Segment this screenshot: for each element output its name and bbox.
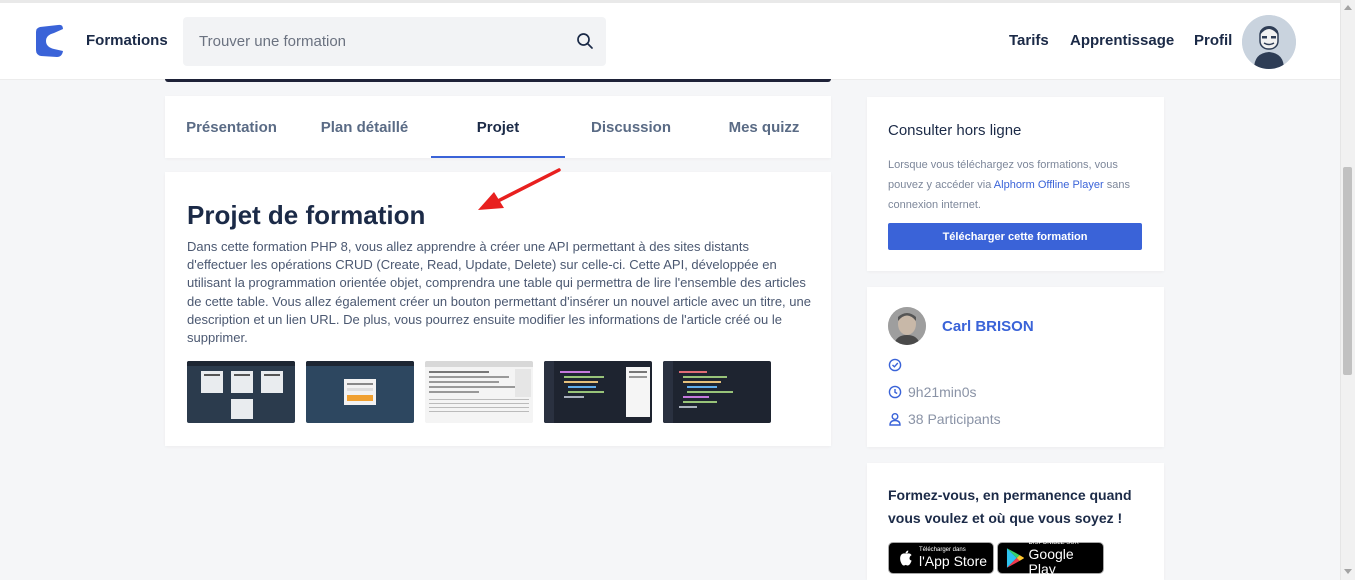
project-thumbnail[interactable] bbox=[187, 361, 295, 423]
search-bar[interactable] bbox=[183, 17, 606, 66]
author-card: Carl BRISON 9h21min0s 38 Participants bbox=[867, 287, 1164, 447]
annotation-arrow-icon bbox=[478, 168, 561, 210]
project-title: Projet de formation bbox=[187, 200, 426, 230]
tab-discussion[interactable]: Discussion bbox=[565, 96, 697, 158]
offline-player-link[interactable]: Alphorm Offline Player bbox=[994, 179, 1104, 191]
project-thumbnail[interactable] bbox=[425, 361, 533, 423]
brand-name[interactable]: Formations bbox=[86, 32, 168, 49]
search-input[interactable] bbox=[183, 33, 563, 50]
check-circle-icon bbox=[888, 358, 902, 372]
search-icon[interactable] bbox=[576, 32, 594, 50]
appstore-big-label: l'App Store bbox=[919, 553, 988, 569]
duration-row: 9h21min0s bbox=[888, 384, 977, 400]
offline-description: Lorsque vous téléchargez vos formations,… bbox=[888, 155, 1150, 215]
project-thumbnail[interactable] bbox=[544, 361, 652, 423]
course-tabs: Présentation Plan détaillé Projet Discus… bbox=[165, 96, 831, 158]
download-course-button[interactable]: Télécharger cette formation bbox=[888, 223, 1142, 250]
offline-card: Consulter hors ligne Lorsque vous téléch… bbox=[867, 97, 1164, 271]
author-name-link[interactable]: Carl BRISON bbox=[942, 318, 1034, 335]
tab-plan-detaille[interactable]: Plan détaillé bbox=[298, 96, 431, 158]
project-card: Projet de formation Dans cette formation… bbox=[165, 172, 831, 446]
scroll-down-arrow-icon[interactable] bbox=[1344, 569, 1352, 574]
mobile-app-card: Formez-vous, en permanence quand vous vo… bbox=[867, 463, 1164, 580]
scrollbar-thumb[interactable] bbox=[1343, 167, 1352, 375]
offline-title: Consulter hors ligne bbox=[888, 122, 1022, 139]
nav-apprentissage[interactable]: Apprentissage bbox=[1070, 32, 1174, 49]
header-top-border bbox=[0, 0, 1340, 3]
nav-profil[interactable]: Profil bbox=[1194, 32, 1232, 49]
participants-count: 38 Participants bbox=[908, 411, 1001, 427]
apple-icon bbox=[900, 550, 912, 566]
project-thumbnail[interactable] bbox=[306, 361, 414, 423]
video-player-bottom bbox=[165, 79, 831, 82]
google-play-icon bbox=[1006, 548, 1025, 568]
user-icon bbox=[889, 413, 901, 426]
brand-logo-icon[interactable] bbox=[32, 24, 66, 58]
nav-tarifs[interactable]: Tarifs bbox=[1009, 32, 1049, 49]
top-header: Formations Tarifs Apprentissage Profil bbox=[0, 0, 1340, 80]
tab-mes-quizz[interactable]: Mes quizz bbox=[697, 96, 831, 158]
certified-row bbox=[888, 358, 902, 372]
project-description: Dans cette formation PHP 8, vous allez a… bbox=[187, 239, 811, 346]
project-thumbnails bbox=[187, 361, 771, 423]
app-store-button[interactable]: Télécharger dans l'App Store bbox=[888, 542, 994, 574]
tab-projet[interactable]: Projet bbox=[431, 96, 565, 158]
scroll-up-arrow-icon[interactable] bbox=[1344, 5, 1352, 10]
google-play-button[interactable]: DISPONIBLE SUR Google Play bbox=[997, 540, 1104, 577]
clock-icon bbox=[888, 385, 902, 399]
tab-presentation[interactable]: Présentation bbox=[165, 96, 298, 158]
mobile-promo-text: Formez-vous, en permanence quand vous vo… bbox=[888, 487, 1132, 526]
googleplay-big-label: Google Play bbox=[1028, 545, 1074, 577]
user-avatar-icon bbox=[1242, 15, 1296, 69]
user-avatar[interactable] bbox=[1242, 15, 1296, 69]
author-avatar[interactable] bbox=[888, 307, 926, 345]
course-duration: 9h21min0s bbox=[908, 384, 977, 400]
participants-row: 38 Participants bbox=[888, 411, 1001, 427]
project-thumbnail[interactable] bbox=[663, 361, 771, 423]
